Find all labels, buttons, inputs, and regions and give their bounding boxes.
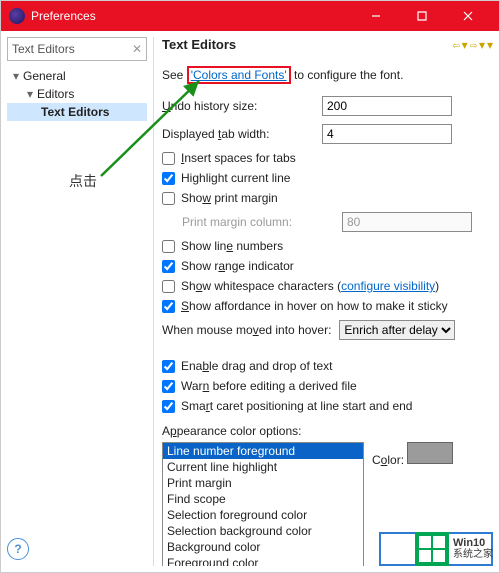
undo-history-input[interactable]: [322, 96, 452, 116]
tab-width-input[interactable]: [322, 124, 452, 144]
appearance-item[interactable]: Line number foreground: [163, 443, 363, 459]
hover-mode-label: When mouse moved into hover:: [162, 323, 331, 337]
show-affordance-checkbox[interactable]: [162, 300, 175, 313]
appearance-item[interactable]: Find scope: [163, 491, 363, 507]
clear-filter-icon[interactable]: ✕: [132, 42, 142, 56]
appearance-item[interactable]: Print margin: [163, 475, 363, 491]
help-button[interactable]: ?: [7, 538, 29, 560]
appearance-item[interactable]: Selection foreground color: [163, 507, 363, 523]
preferences-window: Preferences Text Editors ✕ ▾General ▾Edi…: [0, 0, 500, 573]
filter-text: Text Editors: [12, 42, 75, 56]
window-title: Preferences: [31, 9, 353, 23]
show-range-checkbox[interactable]: [162, 260, 175, 273]
settings-panel: Text Editors ⇦▾ ⇨▾ ▾ See 'Colors and Fon…: [153, 37, 493, 566]
show-range-label: Show range indicator: [181, 259, 294, 273]
tree-item-general[interactable]: ▾General: [7, 67, 147, 85]
app-icon: [9, 8, 25, 24]
highlight-line-checkbox[interactable]: [162, 172, 175, 185]
sidebar: Text Editors ✕ ▾General ▾Editors Text Ed…: [7, 37, 147, 566]
hover-mode-select[interactable]: Enrich after delay: [339, 320, 455, 340]
undo-history-label: Undo history size:: [162, 99, 312, 113]
tree-item-text-editors[interactable]: Text Editors: [7, 103, 147, 121]
show-whitespace-label: Show whitespace characters (configure vi…: [181, 279, 439, 293]
page-title: Text Editors: [162, 37, 452, 52]
show-print-margin-label: Show print margin: [181, 191, 278, 205]
tree-item-editors[interactable]: ▾Editors: [7, 85, 147, 103]
maximize-button[interactable]: [399, 1, 445, 31]
color-swatch-button[interactable]: [407, 442, 453, 464]
configure-visibility-link[interactable]: configure visibility: [341, 279, 435, 293]
show-whitespace-checkbox[interactable]: [162, 280, 175, 293]
watermark: Win10系统之家: [415, 532, 493, 566]
color-picker-row: Color:: [372, 442, 453, 467]
windows-logo-icon: [415, 532, 449, 566]
colors-and-fonts-link[interactable]: 'Colors and Fonts': [191, 68, 287, 82]
warn-derived-label: Warn before editing a derived file: [181, 379, 357, 393]
enable-drag-checkbox[interactable]: [162, 360, 175, 373]
highlight-line-label: Highlight current line: [181, 171, 290, 185]
close-button[interactable]: [445, 1, 491, 31]
minimize-button[interactable]: [353, 1, 399, 31]
enable-drag-label: Enable drag and drop of text: [181, 359, 332, 373]
page-nav: ⇦▾ ⇨▾ ▾: [452, 38, 493, 52]
show-print-margin-checkbox[interactable]: [162, 192, 175, 205]
insert-spaces-label: Insert spaces for tabs: [181, 151, 296, 165]
smart-caret-checkbox[interactable]: [162, 400, 175, 413]
content-area: Text Editors ✕ ▾General ▾Editors Text Ed…: [1, 31, 499, 572]
show-line-numbers-label: Show line numbers: [181, 239, 283, 253]
print-margin-input: [342, 212, 472, 232]
print-margin-label: Print margin column:: [182, 215, 332, 229]
filter-input[interactable]: Text Editors ✕: [7, 37, 147, 61]
warn-derived-checkbox[interactable]: [162, 380, 175, 393]
show-line-numbers-checkbox[interactable]: [162, 240, 175, 253]
titlebar[interactable]: Preferences: [1, 1, 499, 31]
appearance-item[interactable]: Current line highlight: [163, 459, 363, 475]
back-button[interactable]: ⇦: [452, 38, 459, 52]
preferences-tree[interactable]: ▾General ▾Editors Text Editors: [7, 67, 147, 121]
forward-button[interactable]: ⇨: [470, 38, 477, 52]
see-also: See 'Colors and Fonts' to configure the …: [162, 68, 493, 82]
smart-caret-label: Smart caret positioning at line start an…: [181, 399, 412, 413]
insert-spaces-checkbox[interactable]: [162, 152, 175, 165]
show-affordance-label: Show affordance in hover on how to make …: [181, 299, 448, 313]
appearance-label: Appearance color options:: [162, 424, 493, 438]
tab-width-label: Displayed tab width:: [162, 127, 312, 141]
color-label: Color:: [372, 453, 404, 467]
